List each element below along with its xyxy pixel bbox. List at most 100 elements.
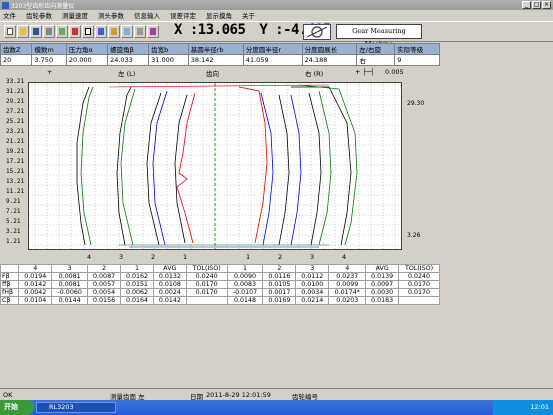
menu-bar: 文件 齿轮参数 测量速度 测头参数 信息输入 误差评定 显示摸角 关于 (0, 10, 553, 20)
evaluate-icon (124, 28, 130, 35)
table-row: Fβ 0.0194 0.0081 0.0087 0.0162 0.0132 0.… (0, 272, 440, 281)
param-header: 实际等级 (394, 43, 440, 55)
exit-button[interactable] (147, 25, 159, 38)
trace-right-2-black (278, 94, 290, 246)
table-row: Cβ 0.0104 0.0144 0.0156 0.0164 0.0142 0.… (0, 296, 440, 305)
table-cell: 0.0240 (185, 272, 228, 281)
settings-button[interactable] (134, 25, 146, 38)
table-cell: 0.0017 (262, 288, 297, 297)
trace-left-3-green (120, 88, 136, 246)
right-bottom-value: 3.26 (407, 232, 421, 239)
y-tick-label: 23.21 (6, 128, 25, 135)
y-tick-label: 17.21 (6, 158, 25, 165)
menu-gear-params[interactable]: 齿轮参数 (26, 10, 52, 20)
results-header: 4 (328, 264, 367, 273)
measure-button[interactable] (69, 25, 81, 38)
table-cell: 0.0099 (328, 280, 367, 289)
new-file-button[interactable] (4, 25, 16, 38)
probe-icon (85, 28, 91, 35)
y-tick-label: 15.21 (6, 168, 25, 175)
start-button[interactable]: 开始 (0, 400, 34, 415)
results-header: AVG (365, 264, 400, 273)
table-cell: 0.0042 (18, 288, 53, 297)
exit-icon (150, 28, 156, 35)
zoom-button[interactable] (95, 25, 107, 38)
results-header: 2 (262, 264, 297, 273)
y-tick-label: 1.21 (6, 238, 21, 245)
brand-label: Gear Measuring Machine (336, 24, 422, 48)
scale-value: 0.005 (385, 68, 404, 76)
helix-chart[interactable] (28, 82, 402, 250)
table-cell: 0.0104 (18, 296, 53, 305)
table-cell: 0.0116 (262, 272, 297, 281)
x-value: 13.065 (197, 22, 246, 38)
results-header: 2 (87, 264, 122, 273)
results-header: 1 (226, 264, 264, 273)
start-label: 开始 (4, 403, 18, 411)
reset-button[interactable] (108, 25, 120, 38)
taskbar-app-button[interactable]: RL3203 (36, 402, 116, 413)
table-cell: 0.0170 (185, 280, 228, 289)
y-tick-label: 27.21 (6, 108, 25, 115)
param-value: 3.750 (31, 54, 67, 66)
table-cell: 0.0162 (120, 272, 154, 281)
maximize-button[interactable]: □ (532, 1, 541, 9)
save-button[interactable] (30, 25, 42, 38)
table-cell: 0.0132 (152, 272, 187, 281)
window-title: 3203型齿形齿向测量仪 (11, 2, 75, 10)
results-header: TOL(ISO) (185, 264, 228, 273)
table-cell: 0.0062 (120, 288, 154, 297)
table-row: fHβ 0.0042 -0.0060 0.0054 0.0062 0.0024 … (0, 288, 440, 297)
param-header: 基圆半径rb (187, 43, 244, 55)
param-header: 螺旋角β (107, 43, 150, 55)
company-logo (303, 24, 331, 40)
menu-probe[interactable]: 测头参数 (98, 10, 124, 20)
trace-left-1-red (176, 92, 196, 244)
table-cell: 0.0203 (328, 296, 367, 305)
table-cell: ffβ (0, 280, 20, 289)
flank-number: 4 (87, 253, 92, 261)
settings-icon (137, 28, 143, 35)
menu-display[interactable]: 显示摸角 (206, 10, 232, 20)
close-button[interactable]: × (542, 1, 551, 9)
param-value: 38.142 (187, 54, 244, 66)
table-cell: 0.0170 (398, 280, 440, 289)
helix-label: 齿向 (206, 70, 219, 78)
table-cell: 0.0100 (295, 280, 330, 289)
results-header: 4 (18, 264, 53, 273)
plus-marker: + (47, 68, 53, 76)
table-cell: 0.0034 (295, 288, 330, 297)
taskbar: 开始 RL3203 12:01 (0, 400, 553, 415)
menu-evaluation[interactable]: 误差评定 (170, 10, 196, 20)
trace-right-4-green (298, 84, 358, 246)
probe-button[interactable] (82, 25, 94, 38)
y-label: Y : (259, 22, 284, 38)
table-cell: 0.0194 (18, 272, 53, 281)
folder-icon (20, 28, 26, 35)
print-button[interactable] (43, 25, 55, 38)
evaluate-button[interactable] (121, 25, 133, 38)
menu-file[interactable]: 文件 (3, 10, 16, 20)
printer-icon (46, 28, 52, 35)
table-cell: 0.0151 (120, 280, 154, 289)
y-tick-label: 29.21 (6, 98, 25, 105)
flank-number: 4 (342, 253, 347, 261)
print-preview-button[interactable] (56, 25, 68, 38)
param-value: 右 (356, 54, 396, 66)
trace-right-2-blue (290, 94, 302, 246)
y-tick-label: 33.21 (6, 78, 25, 85)
right-flank-label: 右 (R) (305, 70, 324, 78)
menu-about[interactable]: 关于 (242, 10, 255, 20)
menu-speed[interactable]: 测量速度 (62, 10, 88, 20)
menu-info[interactable]: 信息输入 (134, 10, 160, 20)
table-cell: 0.0142 (152, 296, 187, 305)
table-cell: 0.0097 (365, 280, 400, 289)
status-ok: OK (3, 391, 13, 399)
param-header: 左/右旋 (356, 43, 396, 55)
table-cell: Cβ (0, 296, 20, 305)
table-cell: 0.0139 (365, 272, 400, 281)
minimize-button[interactable]: _ (522, 1, 531, 9)
open-button[interactable] (17, 25, 29, 38)
table-row: ffβ 0.0142 0.0081 0.0057 0.0151 0.0108 0… (0, 280, 440, 289)
y-tick-label: 5.21 (6, 218, 21, 225)
